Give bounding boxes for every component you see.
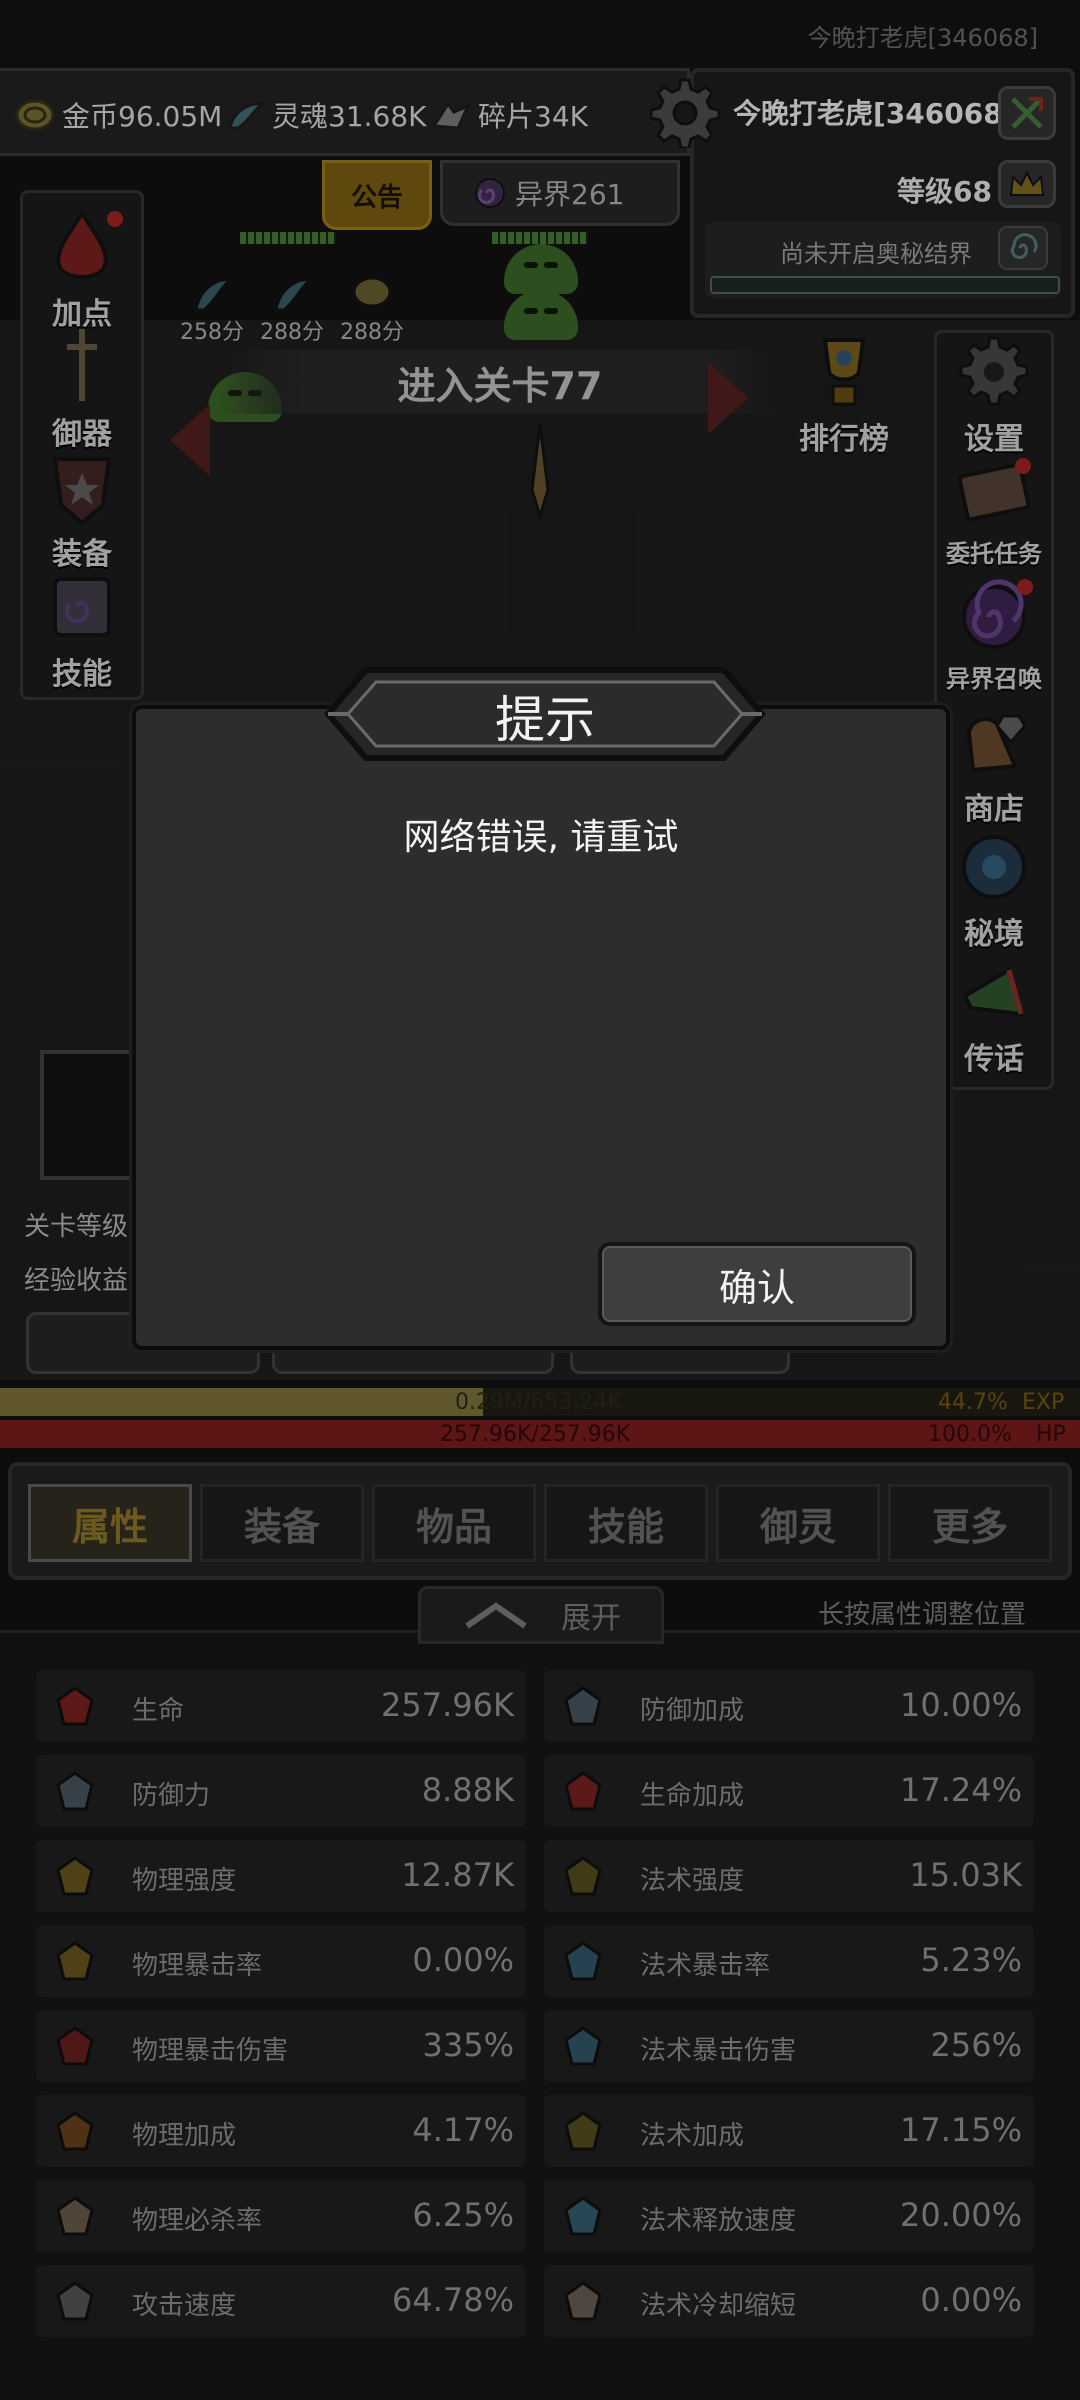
- confirm-button[interactable]: 确认: [598, 1242, 916, 1326]
- dialog-message: 网络错误, 请重试: [403, 817, 679, 858]
- dialog-title: 提示: [495, 691, 595, 749]
